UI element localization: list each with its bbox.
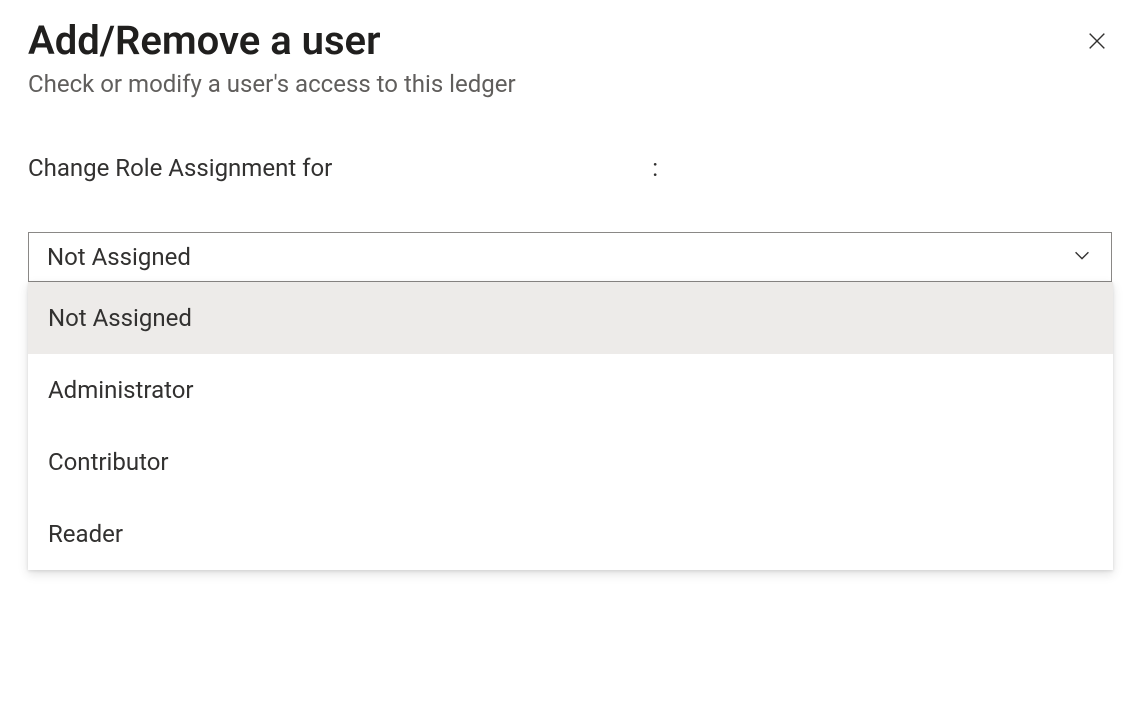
- role-select-value: Not Assigned: [47, 243, 191, 271]
- role-option-reader[interactable]: Reader: [28, 498, 1113, 570]
- role-dropdown-list: Not Assigned Administrator Contributor R…: [28, 282, 1113, 570]
- role-option-label: Administrator: [48, 376, 194, 404]
- role-option-label: Contributor: [48, 448, 169, 476]
- panel-title: Add/Remove a user: [28, 18, 380, 64]
- role-option-contributor[interactable]: Contributor: [28, 426, 1113, 498]
- role-select[interactable]: Not Assigned: [28, 232, 1112, 282]
- close-button[interactable]: [1078, 22, 1116, 63]
- role-option-label: Reader: [48, 520, 123, 548]
- chevron-down-icon: [1071, 244, 1093, 270]
- role-assignment-label: Change Role Assignment for :: [28, 154, 1112, 182]
- role-option-label: Not Assigned: [48, 304, 192, 332]
- role-option-administrator[interactable]: Administrator: [28, 354, 1113, 426]
- label-suffix: :: [652, 154, 658, 182]
- label-prefix: Change Role Assignment for: [28, 154, 332, 182]
- panel-subtitle: Check or modify a user's access to this …: [28, 70, 1112, 98]
- close-icon: [1086, 30, 1108, 55]
- role-option-not-assigned[interactable]: Not Assigned: [28, 282, 1113, 354]
